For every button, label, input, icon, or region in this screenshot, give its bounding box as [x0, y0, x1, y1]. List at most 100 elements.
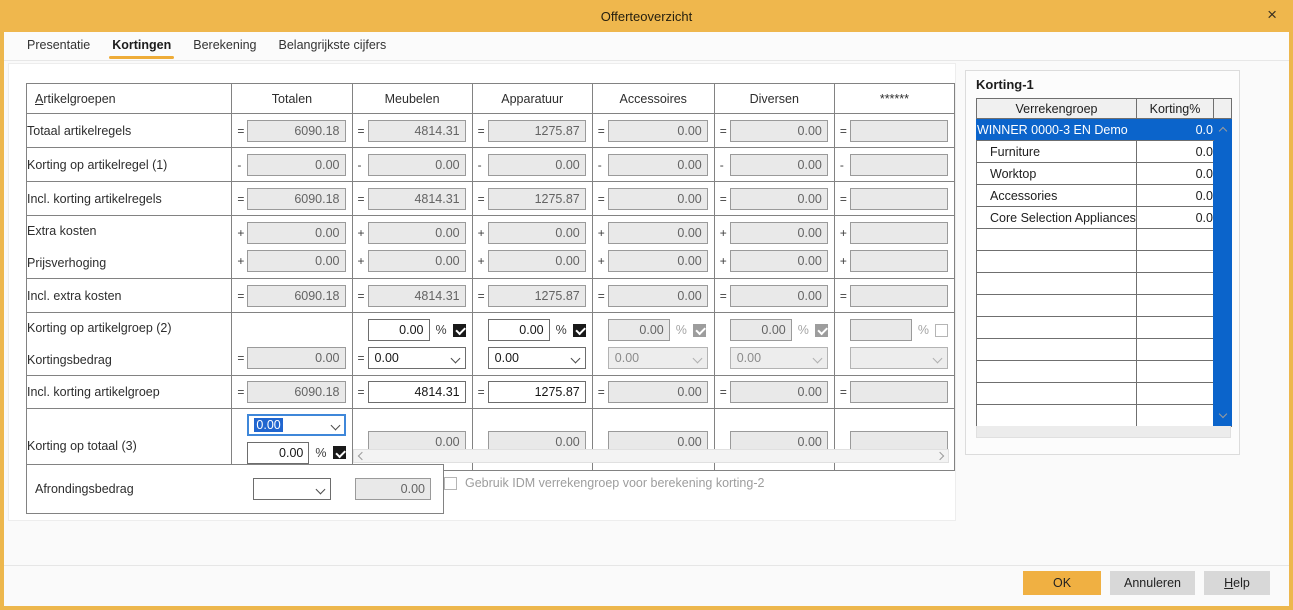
operator: =	[237, 191, 245, 206]
value-field: 0.00	[607, 187, 708, 210]
ok-button[interactable]: OK	[1023, 571, 1101, 595]
value-field: 0.00	[367, 153, 466, 176]
kortingsbedrag-combobox[interactable]: 0.00	[367, 347, 466, 369]
verrekengroep-row-core-selection-appliances[interactable]: Core Selection Appliances 0.0	[976, 206, 1232, 229]
column-header-apparatuur: Apparatuur	[471, 83, 593, 114]
row-label: Totaal artikelregels	[25, 113, 233, 148]
row-korting-op-artikelgroep: Korting op artikelgroep (2) Kortingsbedr…	[25, 312, 956, 376]
close-icon[interactable]: ×	[1267, 5, 1277, 25]
pct-checkbox[interactable]	[332, 446, 346, 459]
korting3-combobox[interactable]: 0.00	[247, 413, 346, 436]
dialog-titlebar[interactable]: Offerteoverzicht ×	[0, 0, 1293, 32]
operator: -	[357, 157, 362, 172]
pct-label: %	[917, 323, 929, 337]
korting1-title: Korting-1	[976, 77, 1034, 92]
korting1-empty-row[interactable]	[976, 272, 1232, 295]
korting1-empty-row[interactable]	[976, 228, 1232, 251]
value-field: 0.00	[607, 250, 708, 272]
dialog-title: Offerteoverzicht	[600, 8, 693, 24]
korting1-empty-row[interactable]	[976, 294, 1232, 317]
table-horizontal-scrollbar[interactable]	[353, 449, 949, 463]
pct-label: %	[675, 323, 687, 337]
kortingsbedrag-combobox	[849, 347, 948, 369]
pct-checkbox[interactable]	[572, 323, 586, 337]
value-field	[849, 222, 948, 244]
offerteoverzicht-dialog: Offerteoverzicht × Presentatie Kortingen…	[0, 0, 1293, 610]
row-label: Extra kosten	[27, 224, 97, 238]
annuleren-button[interactable]: Annuleren	[1110, 571, 1195, 595]
value-field	[849, 153, 948, 176]
tab-belangrijkste-cijfers[interactable]: Belangrijkste cijfers	[268, 33, 398, 60]
verrekengroep-row-worktop[interactable]: Worktop 0.0	[976, 162, 1232, 185]
korting1-empty-row[interactable]	[976, 338, 1232, 361]
value-field: 0.00	[607, 119, 708, 142]
operator: =	[719, 385, 727, 399]
operator: =	[477, 288, 485, 303]
row-label: Incl. korting artikelgroep	[25, 375, 233, 409]
value-field: 4814.31	[367, 187, 466, 210]
verrekengroep-table: Verrekengroep Korting% WINNER 0000-3 EN …	[976, 98, 1232, 427]
chevron-right-icon[interactable]	[932, 451, 948, 461]
operator: =	[357, 288, 365, 303]
korting2-pct-input	[849, 319, 912, 341]
korting1-empty-row[interactable]	[976, 404, 1232, 427]
column-header-accessoires: Accessoires	[591, 83, 715, 114]
value-field[interactable]: 1275.87	[487, 381, 586, 403]
korting1-horizontal-scrollbar[interactable]	[976, 426, 1231, 438]
chevron-up-icon[interactable]	[1214, 119, 1231, 139]
operator: -	[597, 157, 602, 172]
verrekengroep-row-furniture[interactable]: Furniture 0.0	[976, 140, 1232, 163]
operator: =	[597, 288, 605, 303]
operator: =	[477, 123, 485, 138]
afrondingsbedrag-combobox[interactable]	[253, 478, 331, 500]
korting2-pct-input: 0.00	[729, 319, 792, 341]
korting1-empty-row[interactable]	[976, 250, 1232, 273]
tab-presentatie[interactable]: Presentatie	[16, 33, 101, 60]
tab-berekening[interactable]: Berekening	[182, 33, 267, 60]
korting1-scroll-header	[1213, 98, 1232, 119]
operator: =	[357, 123, 365, 138]
korting3-pct-input[interactable]: 0.00	[247, 441, 310, 464]
operator: =	[237, 123, 245, 138]
value-field: 1275.87	[487, 187, 586, 210]
korting1-panel: Korting-1 Verrekengroep Korting% WINNER …	[965, 70, 1240, 455]
value-field: 0.00	[367, 222, 466, 244]
verrekengroep-row-accessories[interactable]: Accessories 0.0	[976, 184, 1232, 207]
operator: =	[597, 191, 605, 206]
value-field[interactable]: 4814.31	[367, 381, 466, 403]
verrekengroep-row-winner[interactable]: WINNER 0000-3 EN Demo 0.0	[976, 118, 1232, 427]
value-field	[849, 284, 948, 307]
operator: -	[839, 157, 844, 172]
korting2-pct-input[interactable]: 0.00	[367, 319, 430, 341]
korting1-empty-row[interactable]	[976, 382, 1232, 405]
operator: +	[357, 226, 365, 240]
kortingsbedrag-combobox[interactable]: 0.00	[487, 347, 586, 369]
value-field: 0.00	[367, 250, 466, 272]
korting1-empty-row[interactable]	[976, 360, 1232, 383]
value-field: 0.00	[247, 222, 346, 244]
scrollbar-track[interactable]	[370, 450, 932, 462]
value-field: 0.00	[607, 381, 708, 403]
value-field: 6090.18	[247, 187, 346, 210]
value-field	[849, 119, 948, 142]
korting1-vertical-scrollbar[interactable]	[1213, 118, 1232, 427]
value-field: 0.00	[487, 153, 586, 176]
korting1-empty-row[interactable]	[976, 316, 1232, 339]
value-field: 6090.18	[247, 119, 346, 142]
column-header-totalen: Totalen	[231, 83, 353, 114]
pct-checkbox[interactable]	[452, 323, 466, 337]
kortingsbedrag-combobox: 0.00	[607, 347, 708, 369]
tab-kortingen[interactable]: Kortingen	[101, 33, 182, 60]
korting2-pct-input[interactable]: 0.00	[487, 319, 550, 341]
operator: +	[237, 254, 245, 268]
pct-checkbox	[692, 323, 706, 337]
operator: =	[357, 385, 365, 399]
help-button[interactable]: Help	[1204, 571, 1270, 595]
row-extra-kosten-prijsverhoging: Extra kosten Prijsverhoging +0.00 +0.00 …	[25, 215, 956, 279]
operator: =	[597, 123, 605, 138]
operator: -	[719, 157, 724, 172]
dialog-buttons: OK Annuleren Help	[1023, 571, 1270, 595]
chevron-down-icon[interactable]	[1214, 405, 1231, 425]
row-label: Korting op artikelgroep (2)	[27, 321, 172, 335]
chevron-left-icon[interactable]	[354, 451, 370, 461]
